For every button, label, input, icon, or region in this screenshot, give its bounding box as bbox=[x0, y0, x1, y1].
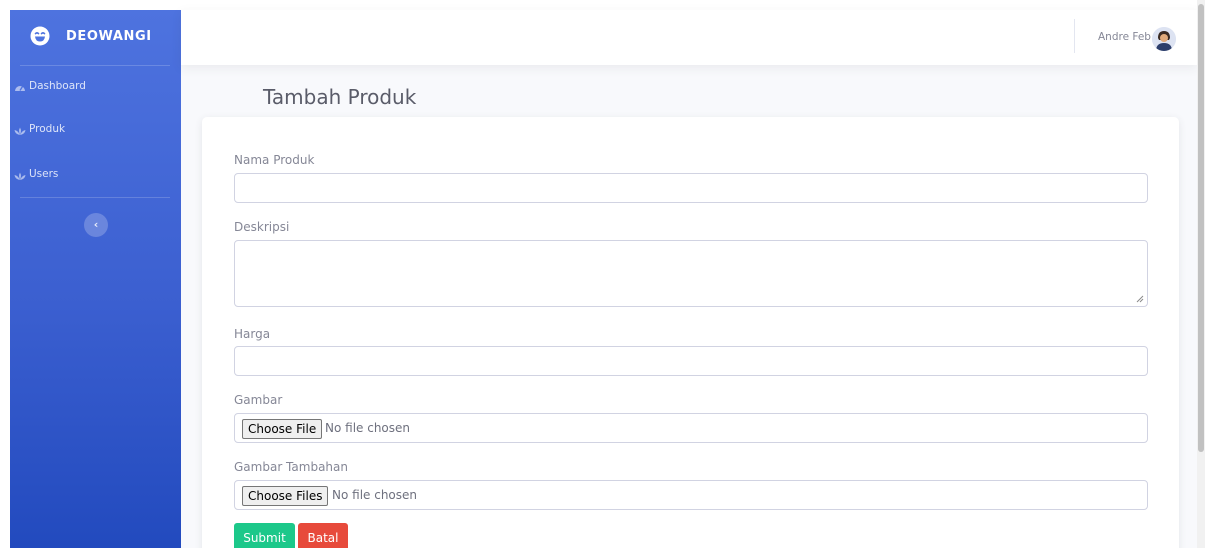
nama-produk-input[interactable] bbox=[234, 173, 1148, 203]
harga-label: Harga bbox=[234, 327, 271, 341]
gambar-tambahan-file-input[interactable]: Choose Files No file chosen bbox=[234, 480, 1148, 510]
leaf-icon bbox=[14, 127, 26, 135]
brand[interactable]: DEOWANGI bbox=[10, 10, 181, 65]
gambar-file-input[interactable]: Choose File No file chosen bbox=[234, 413, 1148, 443]
user-name[interactable]: Andre Feb bbox=[1098, 31, 1151, 43]
sidebar-item-dashboard[interactable]: Dashboard bbox=[10, 76, 181, 100]
form-card: Nama Produk Deskripsi Harga Gambar Choos… bbox=[202, 117, 1179, 548]
sidebar-item-label: Produk bbox=[29, 123, 66, 135]
sidebar: DEOWANGI Dashboard Produk Users ‹ bbox=[10, 10, 181, 548]
file-status: No file chosen bbox=[325, 421, 411, 435]
sidebar-divider bbox=[20, 197, 170, 198]
main-content: Andre Feb Tambah Produk Nama Produk Desk… bbox=[181, 10, 1197, 548]
resize-handle-icon[interactable] bbox=[1136, 295, 1144, 303]
tachometer-icon bbox=[15, 86, 25, 91]
chevron-left-icon: ‹ bbox=[93, 218, 99, 231]
deskripsi-textarea[interactable] bbox=[234, 240, 1148, 307]
page-title: Tambah Produk bbox=[263, 85, 417, 109]
topbar: Andre Feb bbox=[181, 10, 1197, 65]
leaf-icon bbox=[14, 172, 26, 180]
gambar-tambahan-label: Gambar Tambahan bbox=[234, 460, 348, 474]
sidebar-item-label: Dashboard bbox=[29, 80, 86, 92]
sidebar-item-label: Users bbox=[29, 168, 59, 180]
topbar-divider bbox=[1074, 19, 1075, 53]
app-window: DEOWANGI Dashboard Produk Users ‹ Andre … bbox=[0, 0, 1205, 548]
choose-file-button[interactable]: Choose File bbox=[242, 419, 323, 439]
sidebar-toggle-button[interactable]: ‹ bbox=[84, 213, 108, 237]
harga-input[interactable] bbox=[234, 346, 1148, 376]
file-status: No file chosen bbox=[332, 488, 418, 502]
sidebar-divider bbox=[20, 65, 170, 66]
sidebar-item-produk[interactable]: Produk bbox=[10, 119, 181, 143]
choose-files-button[interactable]: Choose Files bbox=[242, 486, 329, 506]
brand-name: DEOWANGI bbox=[66, 29, 152, 44]
nama-produk-label: Nama Produk bbox=[234, 153, 315, 167]
deskripsi-label: Deskripsi bbox=[234, 220, 290, 234]
batal-button[interactable]: Batal bbox=[298, 523, 348, 548]
scrollbar-thumb[interactable] bbox=[1198, 4, 1204, 452]
user-avatar-icon[interactable] bbox=[1152, 27, 1176, 51]
submit-button[interactable]: Submit bbox=[234, 523, 295, 548]
page-scrollbar[interactable] bbox=[1197, 0, 1205, 548]
sidebar-item-users[interactable]: Users bbox=[10, 164, 181, 188]
gambar-label: Gambar bbox=[234, 393, 283, 407]
laugh-wink-icon bbox=[30, 26, 50, 46]
